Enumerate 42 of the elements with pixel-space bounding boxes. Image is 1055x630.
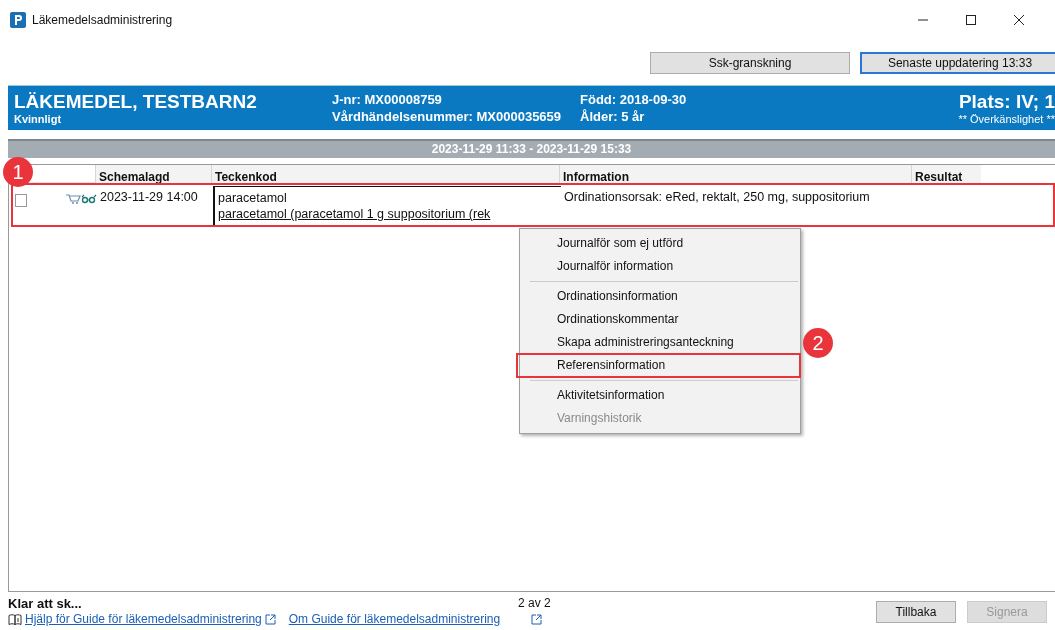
about-link[interactable]: Om Guide för läkemedelsadministrering	[288, 612, 501, 626]
menu-item[interactable]: Journalför som ej utförd	[520, 232, 800, 255]
drug-name: paracetamol	[218, 191, 288, 205]
external-link-icon[interactable]	[531, 613, 543, 625]
page-counter: 2 av 2	[518, 596, 551, 610]
patient-sex: Kvinnligt	[14, 113, 63, 125]
birth-date: Född: 2018-09-30	[580, 91, 687, 108]
menu-item[interactable]: Ordinationskommentar	[520, 308, 800, 331]
allergy-warning: ** Överkänslighet **	[958, 113, 1055, 125]
menu-item[interactable]: Aktivitetsinformation	[520, 384, 800, 407]
column-header[interactable]: Information	[559, 165, 911, 183]
menu-item[interactable]: Skapa administreringsanteckning	[520, 331, 800, 354]
scheduled-time: 2023-11-29 14:00	[100, 190, 198, 204]
drug-detail-link[interactable]: paracetamol (paracetamol 1 g suppositorium (rek	[218, 207, 561, 221]
column-header[interactable]: Teckenkod	[211, 165, 559, 183]
review-button[interactable]: Ssk-granskning	[650, 52, 850, 74]
step-badge: 2	[803, 328, 833, 358]
column-header[interactable]: Schemalagd	[95, 165, 211, 183]
status-text: Klar att sk...	[8, 595, 83, 611]
maximize-icon[interactable]	[965, 14, 977, 26]
journal-number: J-nr: MX00008759	[332, 91, 443, 108]
row-checkbox[interactable]	[15, 194, 27, 207]
help-link[interactable]: Hjälp för Guide för läkemedelsadministrering	[25, 612, 262, 626]
window-title: Läkemedelsadministrering	[32, 13, 173, 27]
patient-name: LÄKEMEDEL, TESTBARN2	[14, 91, 258, 113]
patient-location: Plats: IV; 1	[958, 91, 1055, 113]
patient-age: Ålder: 5 år	[580, 108, 646, 125]
back-button[interactable]: Tillbaka	[876, 601, 956, 623]
menu-item[interactable]: Ordinationsinformation	[520, 285, 800, 308]
refresh-button[interactable]: Senaste uppdatering 13:33	[860, 52, 1055, 74]
book-icon	[8, 613, 22, 625]
cart-and-glasses-icon	[65, 193, 97, 205]
app-logo-icon	[10, 12, 26, 28]
menu-item[interactable]: Referensinformation	[517, 354, 800, 377]
close-icon[interactable]	[1013, 14, 1025, 26]
external-link-icon[interactable]	[264, 613, 276, 625]
step-badge: 1	[3, 157, 33, 187]
time-period-bar: 2023-11-29 11:33 - 2023-11-29 15:33	[8, 139, 1055, 158]
column-header[interactable]: Resultat	[911, 165, 981, 183]
visit-number: Vårdhändelsenummer: MX000035659	[332, 108, 563, 125]
menu-item[interactable]: Journalför information	[520, 255, 800, 278]
information-text: Ordinationsorsak: eRed, rektalt, 250 mg, suppositorium	[564, 190, 870, 204]
